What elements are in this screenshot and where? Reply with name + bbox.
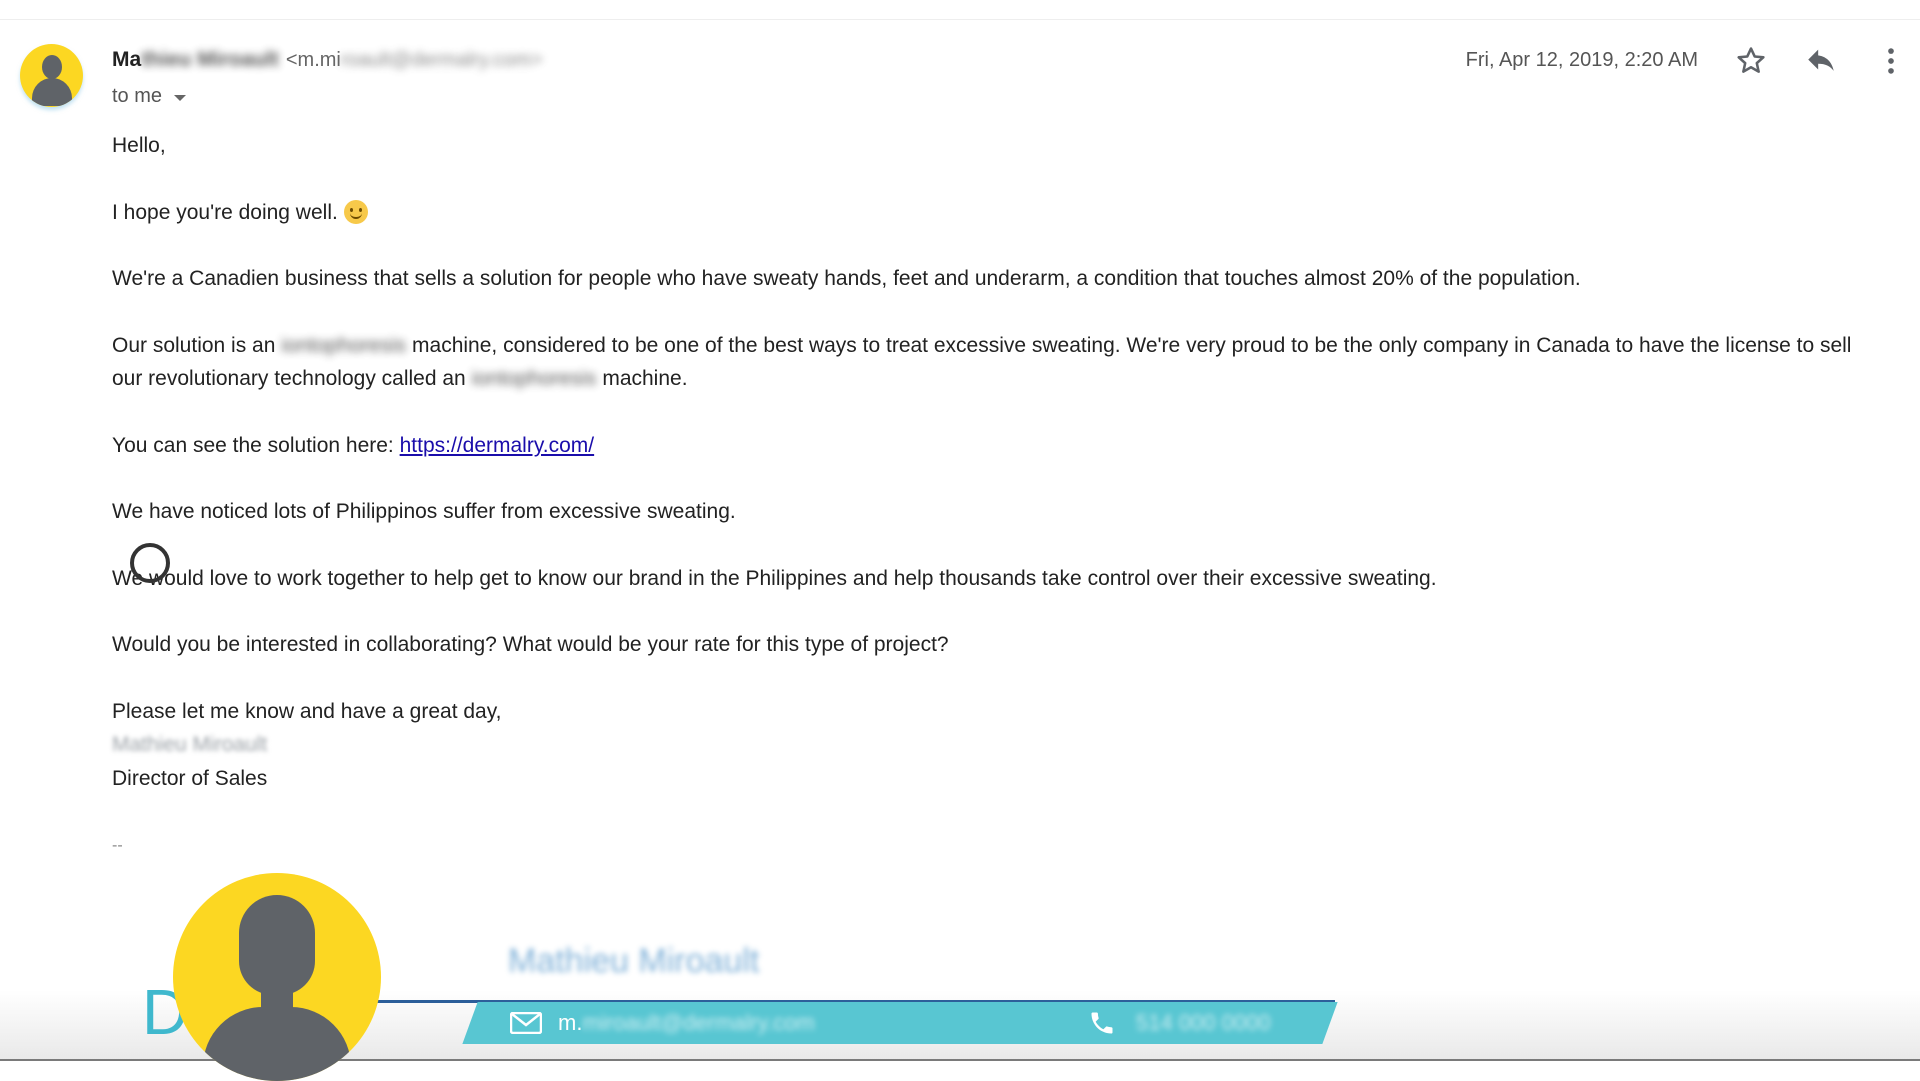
- body-line-4: You can see the solution here: https://d…: [112, 429, 594, 462]
- sender-name-visible: Ma: [112, 48, 142, 71]
- reply-icon[interactable]: [1804, 44, 1838, 78]
- signature-name: Mathieu Miroault: [508, 942, 760, 980]
- sender-name-blurred: thieu Miroault: [141, 48, 279, 71]
- body-line-1: I hope you're doing well.: [112, 196, 368, 229]
- mail-icon: [510, 1012, 542, 1034]
- to-label: to me: [112, 85, 163, 107]
- sender-line: Mathieu Miroault <m.miroault@dermalry.co…: [112, 48, 543, 72]
- top-divider: [0, 19, 1920, 20]
- body-line-3-blurred-1: iontophoresis: [281, 334, 407, 357]
- signature-email: m.miroault@dermalry.com: [558, 1010, 815, 1036]
- body-line-4-prefix: You can see the solution here:: [112, 434, 394, 457]
- sender-email: <m.miroault@dermalry.com>: [286, 49, 543, 72]
- sender-email-visible: <m.mi: [285, 49, 341, 71]
- signature-email-blurred: miroault@dermalry.com: [582, 1010, 815, 1035]
- closing-line: Please let me know and have a great day,: [112, 700, 502, 723]
- cursor-ring-indicator: [130, 543, 170, 583]
- signer-name: Mathieu Miroault: [112, 733, 268, 756]
- avatar-shoulders-shape: [32, 78, 72, 106]
- more-vert-icon[interactable]: [1874, 44, 1908, 78]
- body-line-5: We have noticed lots of Philippinos suff…: [112, 500, 736, 523]
- body-line-1-text: I hope you're doing well.: [112, 201, 338, 224]
- phone-icon: [1091, 1012, 1113, 1034]
- signature-phone: 514 000 0000: [1136, 1010, 1271, 1035]
- sender-avatar[interactable]: [20, 44, 83, 107]
- signature-email-visible: m.: [558, 1010, 583, 1035]
- body-line-2: We're a Canadien business that sells a s…: [112, 267, 1581, 290]
- chevron-down-icon[interactable]: [174, 94, 187, 101]
- overlay-avatar-head-shape: [239, 895, 315, 995]
- smiley-emoji-icon: [343, 200, 368, 224]
- email-date: Fri, Apr 12, 2019, 2:20 AM: [1465, 49, 1698, 71]
- star-icon[interactable]: [1734, 44, 1768, 78]
- body-line-3-blurred-2: iontophoresis: [471, 367, 597, 390]
- overlay-avatar: [173, 873, 381, 1081]
- overlay-avatar-shoulders-shape: [203, 1007, 351, 1081]
- greeting: Hello,: [112, 134, 166, 157]
- sender-email-blurred: roault@dermalry.com>: [340, 49, 543, 71]
- body-line-7: Would you be interested in collaborating…: [112, 633, 949, 656]
- body-line-3: Our solution is an iontophoresis machine…: [112, 329, 1872, 395]
- sender-name[interactable]: Mathieu Miroault: [112, 48, 279, 72]
- solution-link[interactable]: https://dermalry.com/: [400, 434, 595, 457]
- recipient-details-toggle[interactable]: to me: [112, 85, 187, 108]
- body-line-6: We would love to work together to help g…: [112, 567, 1437, 590]
- avatar-head-shape: [42, 55, 62, 79]
- body-line-3-part1: Our solution is an: [112, 334, 276, 357]
- signer-title: Director of Sales: [112, 767, 268, 790]
- body-line-3-part3: machine.: [602, 367, 688, 390]
- signature-separator: --: [112, 837, 123, 854]
